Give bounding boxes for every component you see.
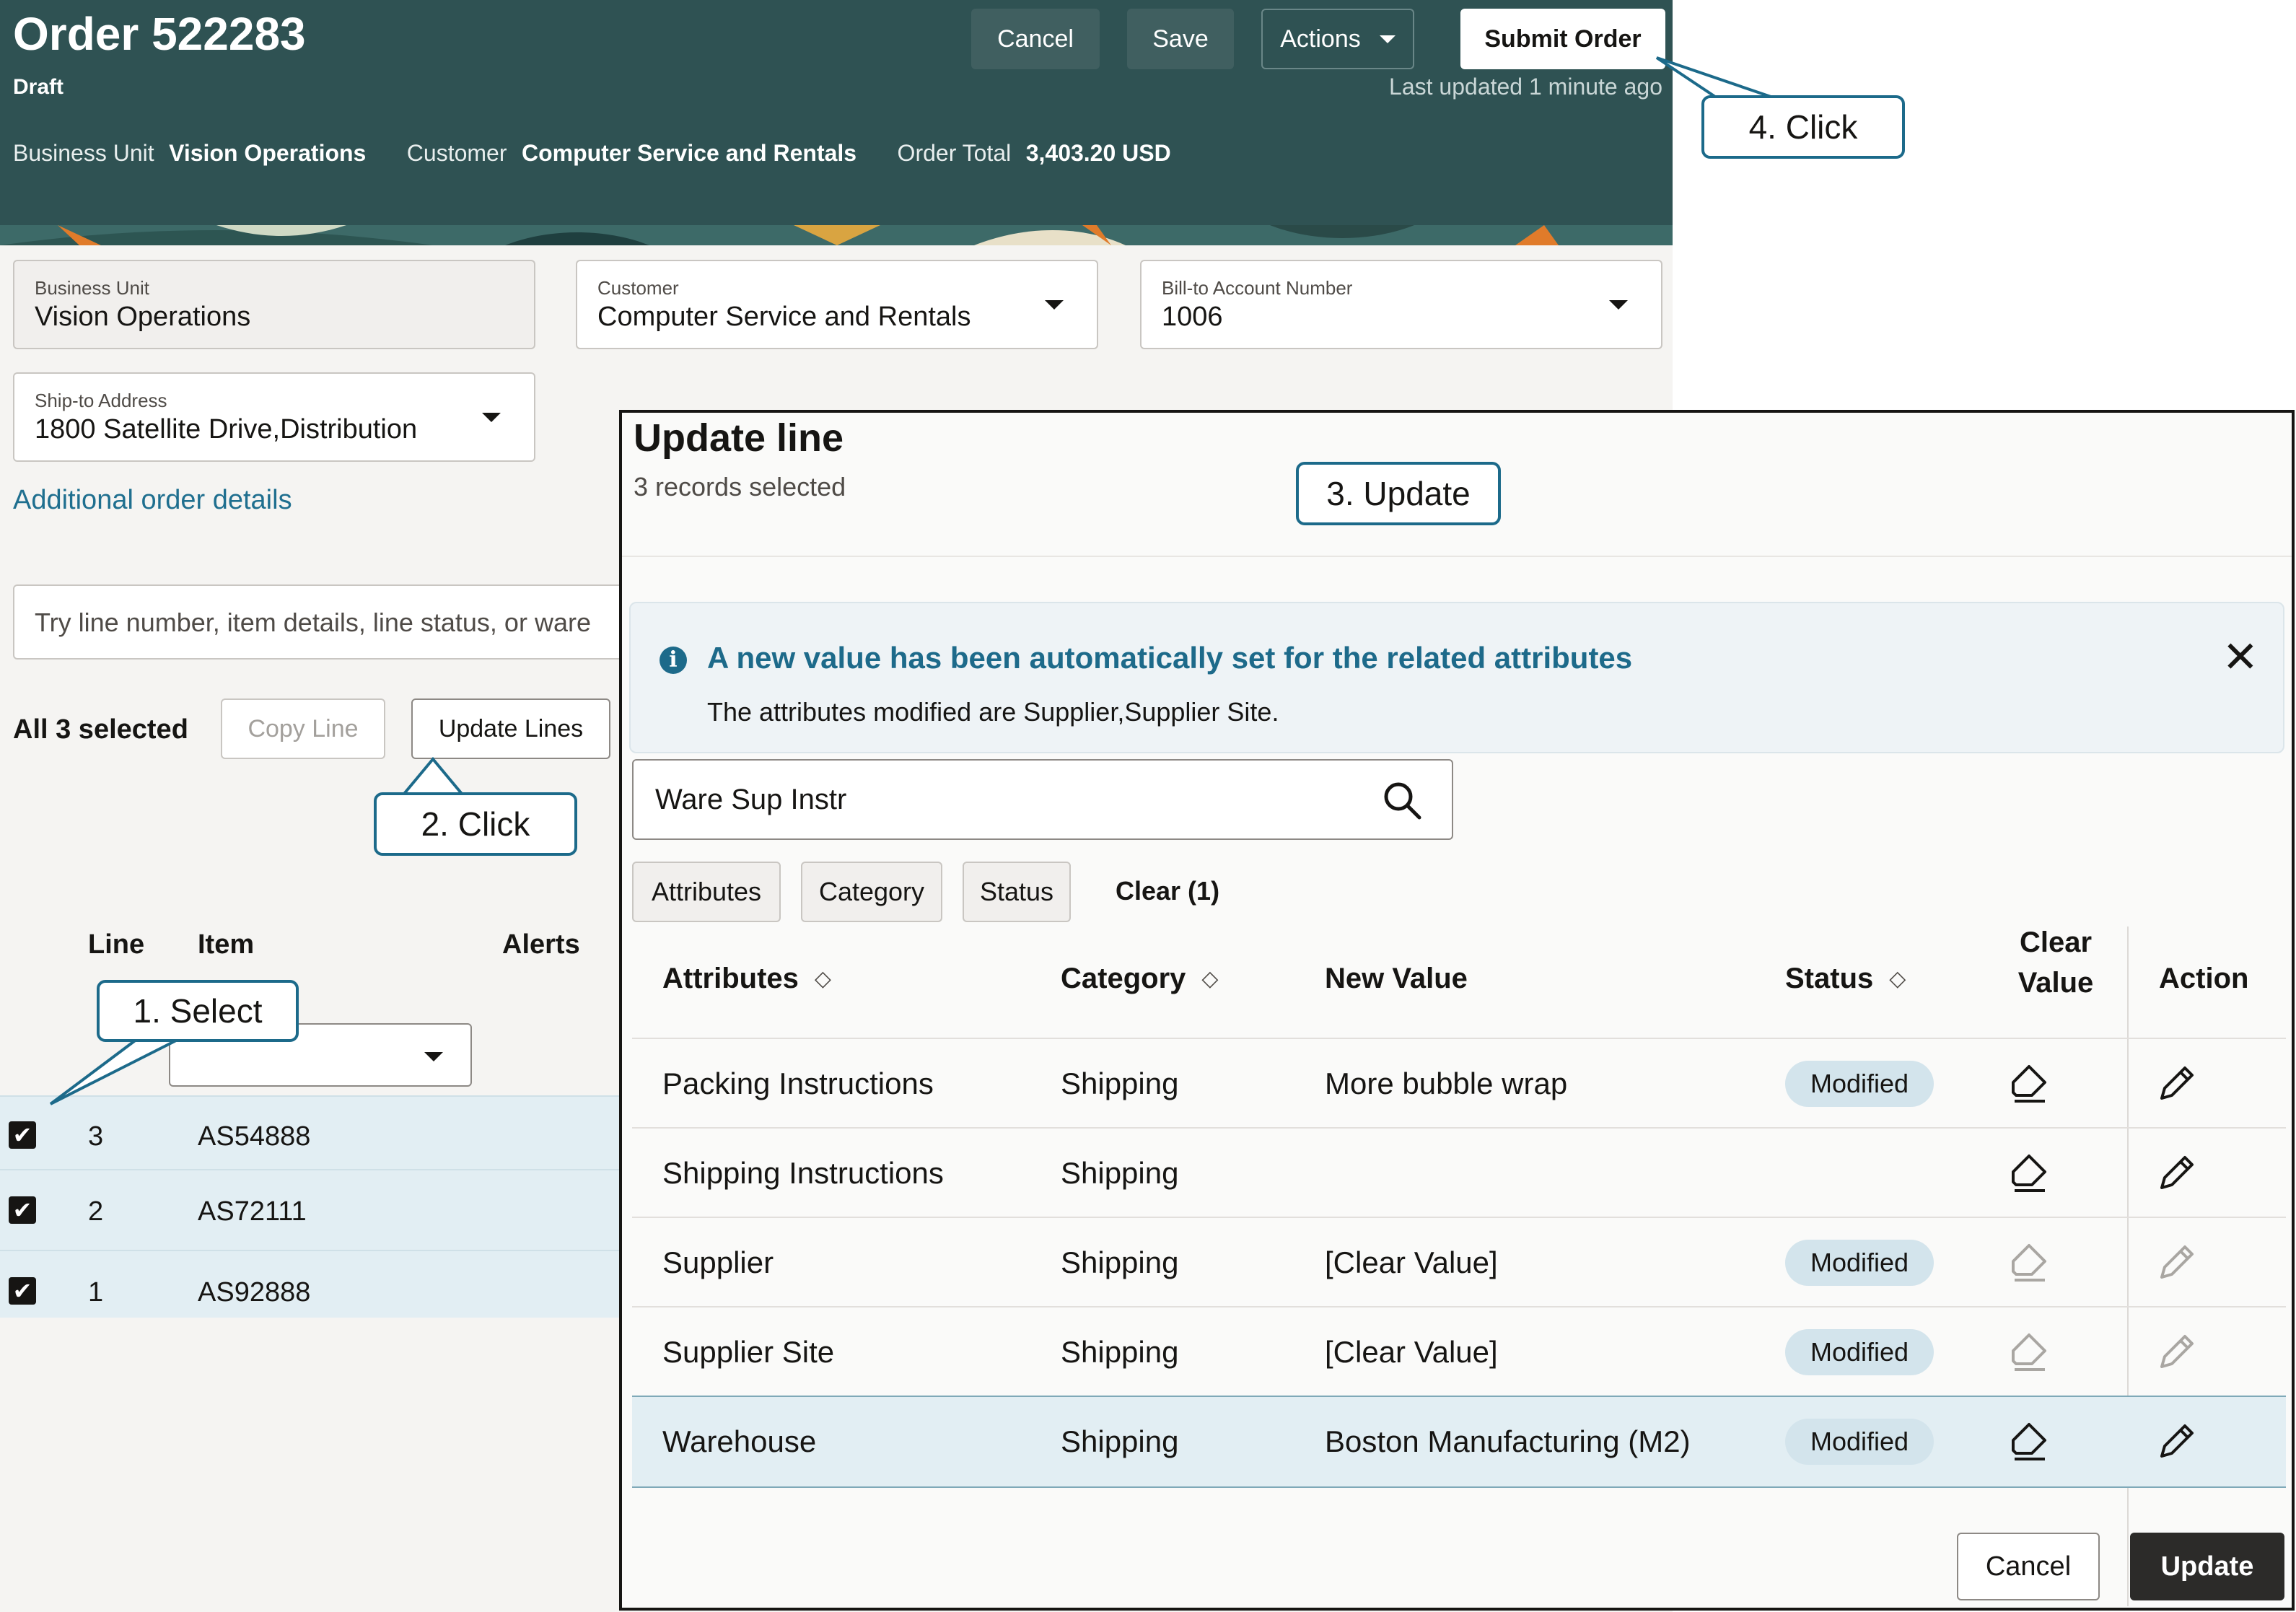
callout-step-2: 2. Click <box>374 792 577 856</box>
callout-step-3: 3. Update <box>1296 462 1501 525</box>
callout-step-1: 1. Select <box>97 980 299 1042</box>
callout-step-4: 4. Click <box>1701 95 1905 159</box>
callout-pointers <box>49 56 1776 1105</box>
